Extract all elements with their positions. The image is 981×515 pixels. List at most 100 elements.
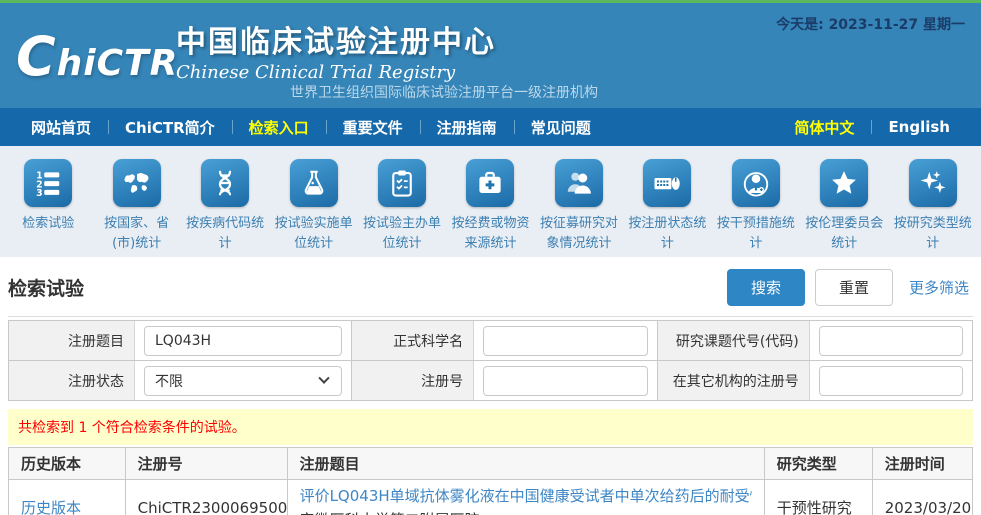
people-icon [564,168,594,198]
institution-name: 安徽医科大学第二附属医院 [300,509,752,515]
search-button[interactable]: 搜索 [727,269,805,306]
stat-by-country-province[interactable]: 按国家、省(市)统计 [92,159,180,248]
field-label: 注册号 [352,361,474,400]
stat-tile [909,159,957,207]
nav-item-faq[interactable]: 常见问题 [514,108,608,146]
form-field: 研究课题代号(代码) [658,321,973,361]
history-version-link[interactable]: 历史版本 [21,499,81,515]
stat-by-funding-source[interactable]: 按经费或物资来源统计 [446,159,534,248]
sparkles-icon [918,168,948,198]
results-count-notice: 共检索到 1 个符合检索条件的试验。 [8,409,973,445]
site-title-en: Chinese Clinical Trial Registry [176,62,496,83]
stat-by-recruitment-status[interactable]: 按征募研究对象情况统计 [535,159,623,248]
stat-label: 按研究类型统计 [889,214,977,253]
stat-tile [732,159,780,207]
page: ChiCTR 中国临床试验注册中心 Chinese Clinical Trial… [0,0,981,515]
stat-by-ethics-committee[interactable]: 按伦理委员会统计 [800,159,888,248]
registration-status-select[interactable]: 不限 [144,366,342,396]
column-header: 注册题目 [287,448,764,480]
nav-list: 网站首页 ChiCTR简介 检索入口 重要文件 注册指南 [14,108,608,146]
today-date: 今天是: 2023-11-27 星期一 [776,14,965,34]
column-header: 注册时间 [872,448,972,480]
stat-label: 按干预措施统计 [712,214,800,253]
stat-tile [466,159,514,207]
stat-tile [290,159,338,207]
field-input-cell [810,361,972,400]
column-header: 历史版本 [9,448,126,480]
nav-item-chictr-intro[interactable]: ChiCTR简介 [108,108,232,146]
study-type: 干预性研究 [764,480,872,515]
language-label: 简体中文 [794,117,854,138]
stat-label: 检索试验 [4,214,92,234]
stat-label: 按疾病代码统计 [181,214,269,253]
chictr-logo[interactable]: ChiCTR [16,25,178,88]
stat-by-intervention[interactable]: 按干预措施统计 [712,159,800,248]
dna-icon [210,168,240,198]
field-input-cell: LQ043H [135,321,351,360]
search-section-header: 检索试验 搜索 重置 更多筛选 [8,257,973,317]
field-label: 研究课题代号(代码) [658,321,810,360]
world-map-icon [122,168,152,198]
table-row: 历史版本 ChiCTR2300069500 评价LQ043H单域抗体雾化液在中国… [9,480,973,515]
stat-by-study-type[interactable]: 按研究类型统计 [889,159,977,248]
nav-item-search-entry[interactable]: 检索入口 [232,108,326,146]
results-table: 历史版本注册号注册题目研究类型注册时间 历史版本 ChiCTR230006950… [8,447,973,515]
flask-icon [299,168,329,198]
registration-number: ChiCTR2300069500 [125,480,287,515]
stat-tile [113,159,161,207]
stat-label: 按试验实施单位统计 [269,214,357,253]
site-titles: 中国临床试验注册中心 Chinese Clinical Trial Regist… [176,17,496,83]
scientific-name-input[interactable] [483,326,648,356]
registration-number-input[interactable] [483,366,648,396]
reset-button[interactable]: 重置 [815,269,893,306]
stat-by-registration-status[interactable]: 按注册状态统计 [623,159,711,248]
stat-label: 按伦理委员会统计 [800,214,888,253]
registration-date: 2023/03/20 [872,480,972,515]
stat-label: 按注册状态统计 [623,214,711,253]
selected-option: 不限 [155,371,183,391]
field-label: 注册题目 [9,321,135,360]
statistics-strip: 检索试验 按国家、省(市)统计 按疾病代码统计 按试验实施单位统 [0,146,981,257]
trial-title-link[interactable]: 评价LQ043H单域抗体雾化液在中国健康受试者中单次给药后的耐受性、安全性、..… [300,485,752,506]
field-label: 注册状态 [9,361,135,400]
stat-search-trials[interactable]: 检索试验 [4,159,92,248]
field-input-cell [810,321,972,360]
stat-by-sponsor-unit[interactable]: 按试验主办单位统计 [358,159,446,248]
numbered-list-icon [33,168,63,198]
form-field: 注册状态 不限 [9,361,352,401]
nav-item-registration-guide[interactable]: 注册指南 [420,108,514,146]
results-header-row: 历史版本注册号注册题目研究类型注册时间 [9,448,973,480]
field-input-cell: 不限 [135,361,351,400]
stat-tile [820,159,868,207]
search-form: 注册题目 LQ043H 正式科学名 [8,320,973,401]
column-header: 研究类型 [764,448,872,480]
field-input-cell [474,321,657,360]
nav-item-label: 常见问题 [531,117,591,138]
study-code-input[interactable] [819,326,963,356]
stat-tile [24,159,72,207]
stat-label: 按国家、省(市)统计 [92,214,180,253]
stat-tile [643,159,691,207]
nav-item-label: 网站首页 [31,117,91,138]
stat-label: 按征募研究对象情况统计 [535,214,623,253]
lang-english[interactable]: English [871,108,967,146]
other-registry-number-input[interactable] [819,366,963,396]
registered-title-input[interactable] [144,326,342,356]
stat-by-implementation-unit[interactable]: 按试验实施单位统计 [269,159,357,248]
nav-item-home[interactable]: 网站首页 [14,108,108,146]
language-label: English [888,118,950,136]
star-icon [829,168,859,198]
stat-tile [555,159,603,207]
clipboard-icon [387,168,417,198]
nav-item-label: 重要文件 [343,117,403,138]
stat-by-disease-code[interactable]: 按疾病代码统计 [181,159,269,248]
nav-item-important-documents[interactable]: 重要文件 [326,108,420,146]
more-filters-link[interactable]: 更多筛选 [909,277,969,298]
stat-tile [201,159,249,207]
nav-item-label: 检索入口 [249,117,309,138]
field-label: 正式科学名 [352,321,474,360]
nav-item-label: 注册指南 [437,117,497,138]
page-title: 检索试验 [8,274,84,301]
site-header: ChiCTR 中国临床试验注册中心 Chinese Clinical Trial… [0,3,981,108]
lang-simplified-chinese[interactable]: 简体中文 [777,108,871,146]
